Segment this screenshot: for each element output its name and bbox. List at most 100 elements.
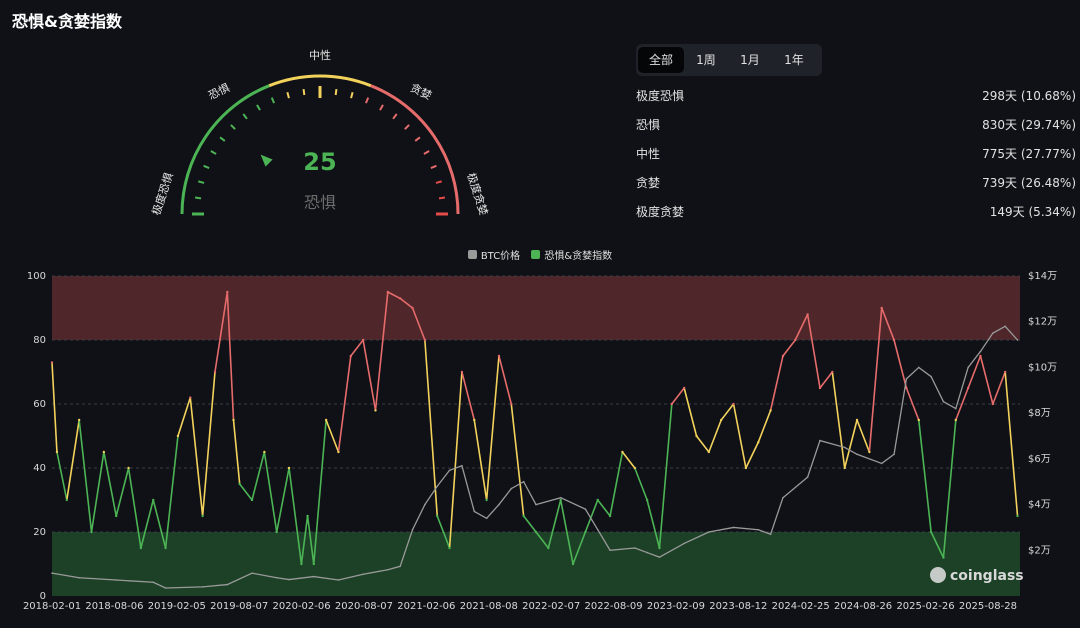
index-point xyxy=(139,546,143,550)
btc-price-point xyxy=(658,556,661,558)
index-line-segment xyxy=(177,397,192,437)
stat-label: 恐惧 xyxy=(636,118,661,132)
index-line-segment xyxy=(621,451,636,469)
index-point xyxy=(991,402,995,406)
index-line-segment xyxy=(831,371,846,469)
stat-row-fear: 恐惧 830天 (29.74%) xyxy=(636,115,1076,144)
btc-price-point xyxy=(1004,325,1006,328)
index-line-segment xyxy=(263,451,278,533)
y-left-tick-label: 60 xyxy=(33,399,46,410)
stat-value: 298天 (10.68%) xyxy=(982,89,1076,103)
index-line-segment xyxy=(745,442,759,469)
index-line-segment xyxy=(732,403,747,469)
index-line-segment xyxy=(56,451,68,501)
index-point xyxy=(337,450,340,454)
btc-price-point xyxy=(535,503,537,506)
x-tick-label: 2018-02-01 xyxy=(23,601,81,612)
index-point xyxy=(880,306,883,310)
index-point xyxy=(645,498,649,502)
tab-all[interactable]: 全部 xyxy=(638,47,684,73)
gauge-zone-label: 恐惧 xyxy=(206,80,232,102)
btc-price-point xyxy=(78,576,80,579)
btc-price-point xyxy=(251,572,253,574)
chart-legend: BTC价格 恐惧&贪婪指数 xyxy=(0,247,1080,262)
page-title: 恐惧&贪婪指数 xyxy=(12,12,122,31)
index-line-segment xyxy=(597,499,611,517)
index-line-segment xyxy=(856,419,871,453)
gauge-tick xyxy=(230,124,236,130)
btc-price-point xyxy=(880,462,883,465)
index-point xyxy=(942,556,945,559)
stat-value: 739天 (26.48%) xyxy=(982,176,1076,190)
btc-price-point xyxy=(782,496,784,499)
tab-1w[interactable]: 1周 xyxy=(684,47,728,73)
index-point xyxy=(448,546,451,550)
tab-1m[interactable]: 1月 xyxy=(728,47,772,73)
x-tick-label: 2024-02-25 xyxy=(772,601,830,612)
btc-price-point xyxy=(609,549,611,552)
index-line-segment xyxy=(819,371,833,389)
index-point xyxy=(411,306,414,310)
index-point xyxy=(781,354,785,358)
index-point xyxy=(263,450,266,454)
index-point xyxy=(831,370,834,374)
x-tick-label: 2021-08-08 xyxy=(460,601,518,612)
index-point xyxy=(843,466,846,470)
legend-item-btc[interactable]: BTC价格 xyxy=(467,247,521,262)
index-line-segment xyxy=(103,451,117,517)
index-point xyxy=(979,354,982,358)
btc-price-point xyxy=(1016,339,1019,341)
index-point xyxy=(510,402,513,406)
index-line-segment xyxy=(461,371,476,421)
gauge-tick xyxy=(219,136,226,142)
gauge-tick xyxy=(334,88,338,96)
btc-price-point xyxy=(633,547,636,549)
index-point xyxy=(818,386,822,390)
index-point xyxy=(50,361,54,364)
index-point xyxy=(189,396,192,399)
coinglass-logo-icon xyxy=(930,567,946,583)
index-point xyxy=(633,466,636,470)
index-line-segment xyxy=(115,467,130,517)
stat-label: 极度恐惧 xyxy=(636,89,685,103)
index-point xyxy=(497,354,501,358)
btc-price-point xyxy=(51,572,53,574)
index-line-segment xyxy=(893,339,908,389)
index-point xyxy=(757,441,760,444)
btc-price-point xyxy=(498,503,500,506)
index-line-segment xyxy=(350,339,364,357)
index-point xyxy=(670,402,674,406)
legend-label: BTC价格 xyxy=(480,251,521,262)
btc-price-point xyxy=(757,528,760,531)
legend-swatch xyxy=(531,250,541,259)
index-point xyxy=(559,498,562,502)
index-point xyxy=(868,450,871,454)
y-left-tick-label: 100 xyxy=(27,271,46,282)
index-point xyxy=(226,290,229,294)
y-left-tick-label: 20 xyxy=(33,527,46,538)
index-point xyxy=(460,370,464,374)
gauge-tick xyxy=(435,180,442,184)
tab-1y[interactable]: 1年 xyxy=(772,47,816,73)
y-right-tick-label: $14万 xyxy=(1028,271,1057,282)
btc-price-point xyxy=(275,576,278,579)
index-line-segment xyxy=(671,387,685,405)
index-line-segment xyxy=(498,355,513,405)
btc-price-point xyxy=(979,350,982,353)
btc-price-point xyxy=(226,583,229,586)
legend-item-index[interactable]: 恐惧&贪婪指数 xyxy=(531,247,612,262)
stat-value: 775天 (27.77%) xyxy=(982,147,1076,161)
index-line-segment xyxy=(448,371,463,549)
index-point xyxy=(115,514,118,518)
index-point xyxy=(423,338,427,342)
gauge-tick xyxy=(198,180,205,184)
btc-price-point xyxy=(288,578,290,581)
stat-value: 830天 (29.74%) xyxy=(982,118,1076,132)
x-tick-label: 2018-08-06 xyxy=(85,601,143,612)
index-point xyxy=(164,546,167,550)
index-point xyxy=(300,562,303,566)
btc-price-point xyxy=(448,469,451,472)
fear-greed-page: 恐惧&贪婪指数 极度恐惧 恐惧 中性 贪婪 极度贪婪 25 恐惧 全部 1周 1月 1年… xyxy=(0,0,1080,628)
x-tick-label: 2020-02-06 xyxy=(273,601,331,612)
btc-price-point xyxy=(424,503,426,506)
